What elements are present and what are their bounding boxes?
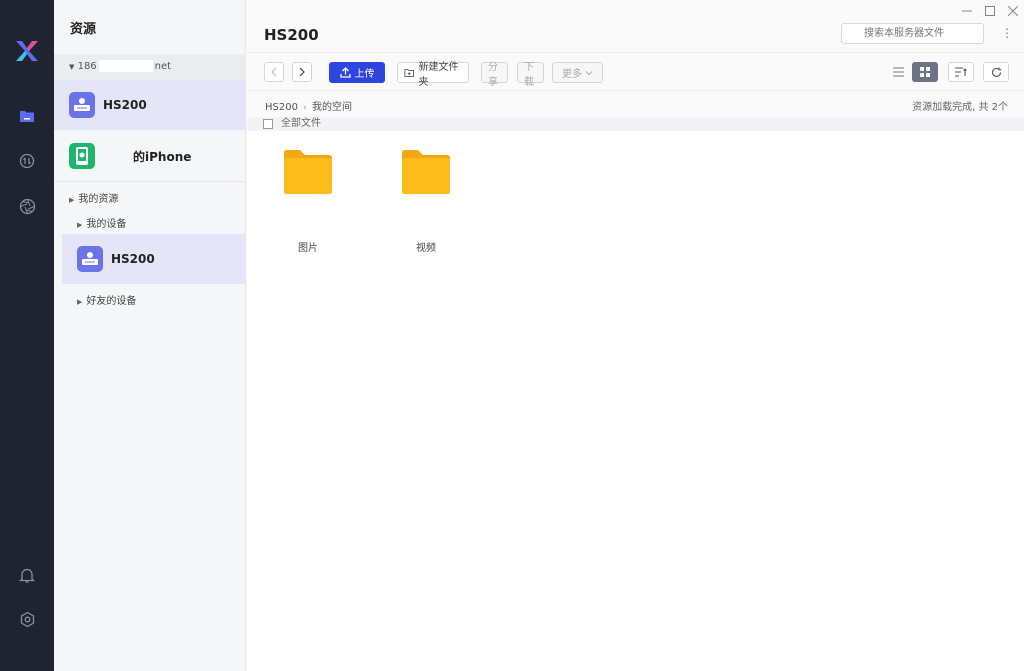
account-prefix: 186 bbox=[77, 61, 97, 72]
tree-label: 我的资源 bbox=[78, 194, 119, 205]
breadcrumb-root[interactable]: HS200 bbox=[265, 102, 298, 113]
grid-view-icon bbox=[920, 67, 930, 77]
files-icon[interactable] bbox=[17, 106, 37, 126]
divider bbox=[54, 181, 246, 182]
refresh-button[interactable] bbox=[983, 62, 1009, 82]
minimize-icon[interactable] bbox=[959, 4, 975, 18]
share-label: 分享 bbox=[488, 61, 498, 88]
tree-my-resources[interactable]: ▶ 我的资源 bbox=[69, 190, 118, 205]
device-name: HS200 bbox=[111, 252, 155, 266]
search-input[interactable] bbox=[841, 23, 984, 44]
resource-panel: 资源 ▼ 186 net HS200 的iPhone ▶ 我的资源 ▶ 我的设备 HS… bbox=[54, 0, 246, 671]
list-view-button[interactable] bbox=[885, 62, 911, 82]
page-title: HS200 bbox=[264, 26, 319, 44]
nas-device-icon bbox=[69, 92, 95, 118]
back-button[interactable] bbox=[264, 62, 284, 82]
select-all-checkbox[interactable] bbox=[263, 119, 273, 129]
tree-label: 我的设备 bbox=[86, 219, 127, 230]
device-name: HS200 bbox=[103, 98, 147, 112]
collapse-triangle-icon: ▶ bbox=[77, 298, 83, 306]
folder-icon bbox=[284, 150, 332, 194]
more-options-icon[interactable]: ⋮ bbox=[1001, 26, 1013, 40]
divider bbox=[247, 90, 1024, 91]
file-item[interactable]: 图片 bbox=[268, 149, 348, 254]
app-logo bbox=[13, 37, 41, 65]
more-label: 更多 bbox=[562, 69, 582, 80]
expand-triangle-icon: ▼ bbox=[69, 63, 75, 71]
file-name: 图片 bbox=[298, 243, 318, 254]
settings-icon[interactable] bbox=[17, 609, 37, 629]
aperture-icon[interactable] bbox=[17, 196, 37, 216]
tree-my-devices[interactable]: ▶ 我的设备 bbox=[77, 215, 126, 230]
phone-device-icon bbox=[69, 143, 95, 169]
panel-title: 资源 bbox=[70, 22, 97, 37]
upload-button[interactable]: 上传 bbox=[329, 62, 385, 83]
account-redaction bbox=[98, 60, 153, 72]
sort-button[interactable] bbox=[948, 62, 974, 82]
maximize-icon[interactable] bbox=[982, 4, 998, 18]
nas-device-icon bbox=[77, 246, 103, 272]
main-area: HS200 ⋮ 上传 新建文件夹 分享 下载 更多 HS200 › bbox=[247, 0, 1024, 671]
status-text: 资源加载完成, 共 2个 bbox=[912, 102, 1008, 113]
file-item[interactable]: 视频 bbox=[386, 149, 466, 254]
device-item-iphone[interactable]: 的iPhone bbox=[54, 131, 246, 181]
breadcrumb-current: 我的空间 bbox=[311, 102, 352, 113]
tree-device-hs200[interactable]: HS200 bbox=[62, 234, 246, 284]
tree-label: 好友的设备 bbox=[86, 296, 137, 307]
device-name: 的iPhone bbox=[133, 149, 192, 164]
forward-button[interactable] bbox=[292, 62, 312, 82]
share-button[interactable]: 分享 bbox=[481, 62, 508, 88]
new-folder-label: 新建文件夹 bbox=[418, 61, 459, 88]
file-grid: 图片 视频 bbox=[247, 131, 1024, 671]
chevron-right-icon bbox=[299, 67, 305, 77]
transfer-icon[interactable] bbox=[17, 151, 37, 171]
collapse-triangle-icon: ▶ bbox=[69, 196, 75, 204]
device-name-redaction bbox=[103, 149, 133, 163]
bell-icon[interactable] bbox=[17, 565, 37, 585]
account-row[interactable]: ▼ 186 net bbox=[54, 54, 246, 80]
tree-friends-devices[interactable]: ▶ 好友的设备 bbox=[77, 292, 136, 307]
list-view-icon bbox=[892, 67, 904, 77]
file-name: 视频 bbox=[416, 243, 436, 254]
select-all-row: 全部文件 bbox=[247, 117, 1024, 131]
close-icon[interactable] bbox=[1005, 4, 1021, 18]
chevron-left-icon bbox=[271, 67, 277, 77]
breadcrumb: HS200 › 我的空间 bbox=[265, 98, 352, 113]
download-label: 下载 bbox=[524, 61, 534, 88]
account-suffix: net bbox=[154, 61, 172, 72]
new-folder-button[interactable]: 新建文件夹 bbox=[397, 62, 469, 88]
more-dropdown[interactable]: 更多 bbox=[552, 62, 603, 83]
collapse-triangle-icon: ▶ bbox=[77, 221, 83, 229]
upload-label: 上传 bbox=[354, 69, 375, 80]
sort-icon bbox=[955, 67, 967, 77]
chevron-down-icon bbox=[585, 70, 593, 75]
upload-icon bbox=[339, 67, 351, 78]
grid-view-button[interactable] bbox=[912, 62, 938, 82]
device-item-hs200[interactable]: HS200 bbox=[54, 80, 246, 130]
download-button[interactable]: 下载 bbox=[517, 62, 544, 88]
breadcrumb-separator-icon: › bbox=[303, 103, 307, 113]
select-all-label: 全部文件 bbox=[281, 118, 321, 129]
app-rail bbox=[0, 0, 54, 671]
folder-icon bbox=[402, 150, 450, 194]
divider bbox=[247, 52, 1024, 53]
refresh-icon bbox=[991, 67, 1001, 77]
new-folder-icon bbox=[404, 68, 415, 77]
